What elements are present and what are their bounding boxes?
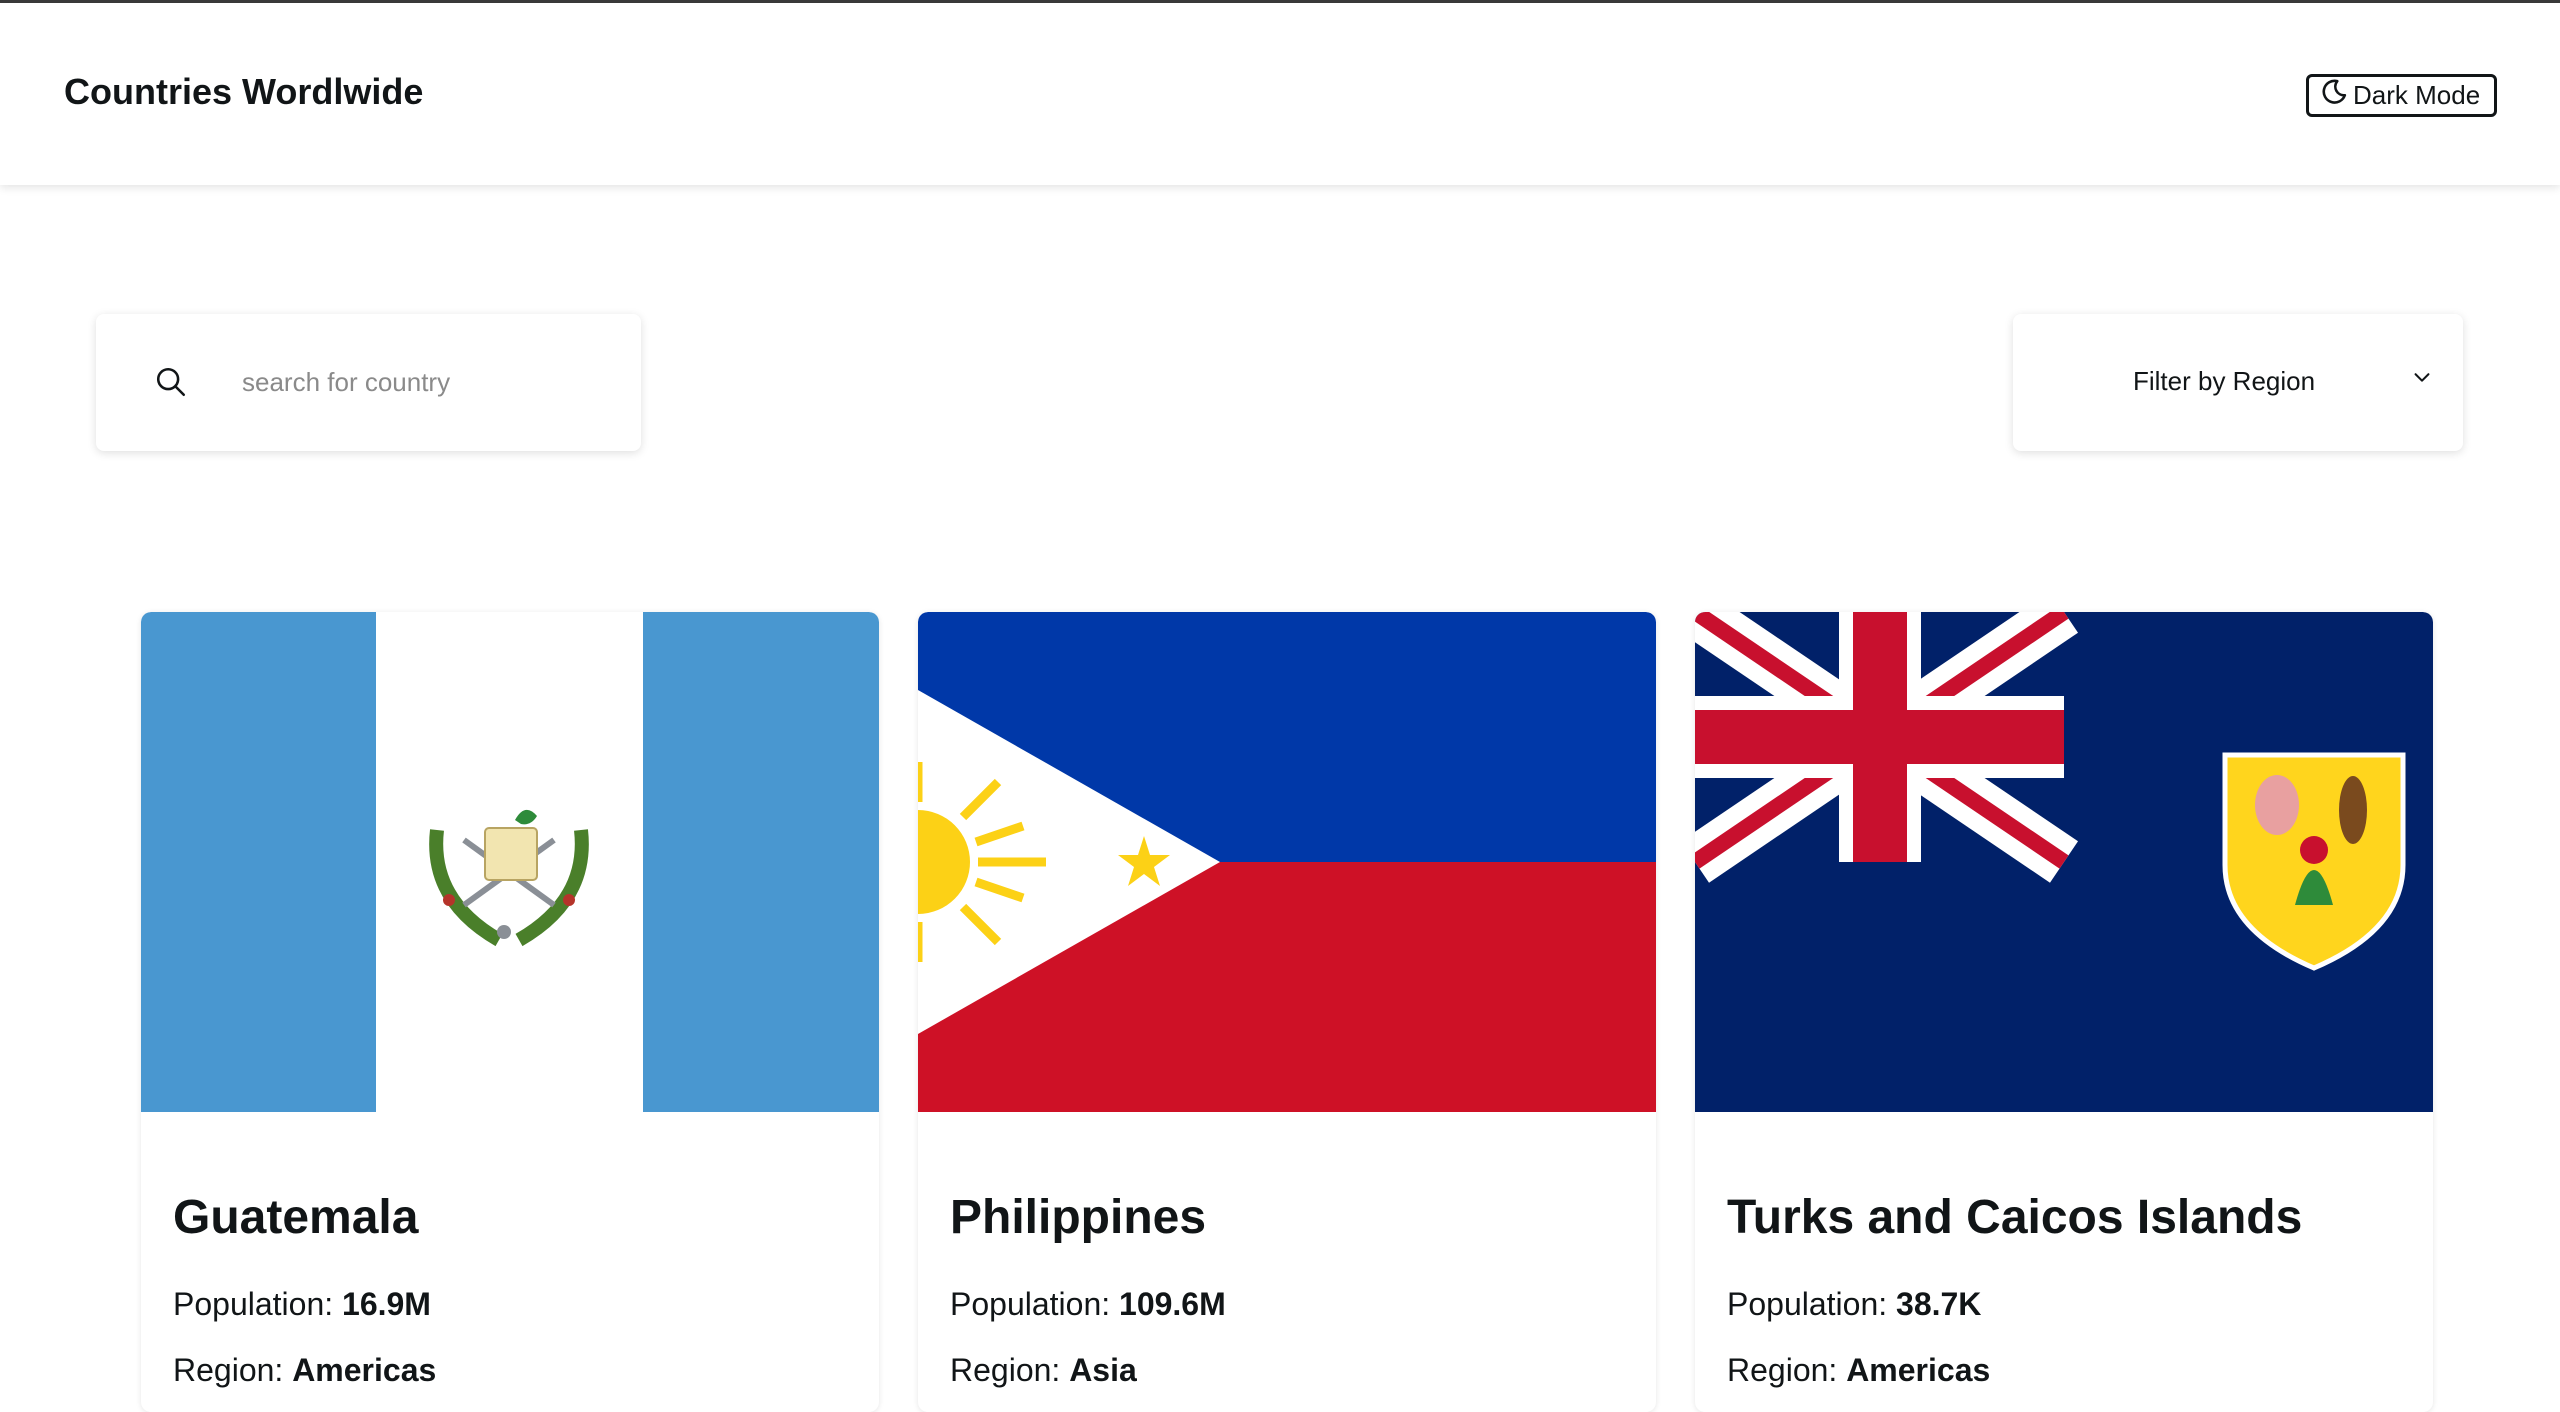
country-card-philippines[interactable]: Philippines Population: 109.6M Region: A… bbox=[918, 612, 1656, 1412]
country-region: Region: Americas bbox=[173, 1352, 436, 1389]
region-filter-dropdown[interactable]: Filter by Region bbox=[2013, 314, 2463, 451]
country-name: Turks and Caicos Islands bbox=[1727, 1191, 2303, 1244]
region-label: Region: bbox=[173, 1352, 284, 1388]
population-label: Population: bbox=[950, 1286, 1111, 1322]
country-name: Guatemala bbox=[173, 1191, 419, 1244]
country-population: Population: 38.7K bbox=[1727, 1286, 1981, 1323]
population-value: 38.7K bbox=[1896, 1286, 1982, 1322]
app-title: Countries Wordlwide bbox=[64, 71, 424, 112]
region-label: Region: bbox=[1727, 1352, 1838, 1388]
population-value: 16.9M bbox=[342, 1286, 431, 1322]
country-region: Region: Asia bbox=[950, 1352, 1137, 1389]
guatemala-flag bbox=[141, 612, 879, 1112]
country-population: Population: 109.6M bbox=[950, 1286, 1226, 1323]
moon-icon bbox=[2321, 79, 2347, 112]
app-header: Countries Wordlwide Dark Mode bbox=[0, 3, 2560, 185]
region-value: Americas bbox=[1846, 1352, 1991, 1388]
search-icon bbox=[154, 365, 188, 399]
country-region: Region: Americas bbox=[1727, 1352, 1990, 1389]
chevron-down-icon bbox=[2411, 366, 2433, 388]
population-value: 109.6M bbox=[1119, 1286, 1226, 1322]
population-label: Population: bbox=[1727, 1286, 1888, 1322]
dark-mode-button[interactable]: Dark Mode bbox=[2306, 74, 2497, 117]
region-label: Region: bbox=[950, 1352, 1061, 1388]
philippines-flag bbox=[918, 612, 1656, 1112]
search-input[interactable] bbox=[242, 358, 612, 406]
turks-and-caicos-flag bbox=[1695, 612, 2433, 1112]
region-filter-label: Filter by Region bbox=[2133, 366, 2316, 396]
search-box bbox=[96, 314, 641, 451]
region-value: Americas bbox=[292, 1352, 437, 1388]
country-card-guatemala[interactable]: Guatemala Population: 16.9M Region: Amer… bbox=[141, 612, 879, 1412]
country-name: Philippines bbox=[950, 1191, 1207, 1244]
country-card-turks-and-caicos[interactable]: Turks and Caicos Islands Population: 38.… bbox=[1695, 612, 2433, 1412]
dark-mode-label: Dark Mode bbox=[2353, 80, 2481, 110]
population-label: Population: bbox=[173, 1286, 334, 1322]
country-population: Population: 16.9M bbox=[173, 1286, 431, 1323]
region-value: Asia bbox=[1069, 1352, 1137, 1388]
